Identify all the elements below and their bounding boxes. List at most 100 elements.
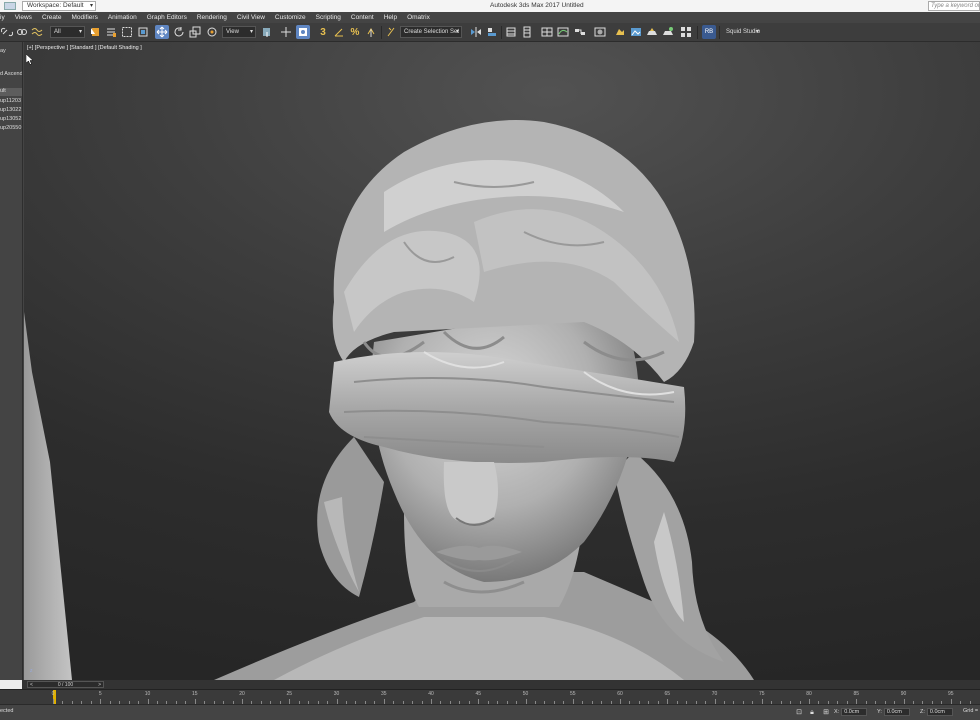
select-object-icon[interactable] (88, 25, 102, 39)
time-slider[interactable]: < 0 / 100 > (27, 681, 104, 688)
rect-select-region-icon[interactable] (120, 25, 134, 39)
render-in-cloud-icon[interactable] (679, 25, 693, 39)
ruler-label: 85 (853, 691, 860, 697)
ruler-label: 80 (806, 691, 812, 697)
use-pivot-icon[interactable] (260, 25, 274, 39)
workspace-dropdown[interactable]: Workspace: Default ▾ (22, 1, 96, 11)
ruler-label: 75 (758, 691, 765, 697)
ruler-label: 20 (239, 691, 245, 697)
schematic-view-icon[interactable] (573, 25, 587, 39)
snap-icon[interactable]: 3 (316, 25, 330, 39)
menu-item-scripting[interactable]: Scripting (311, 12, 346, 23)
track-bar[interactable]: 0 5 10 15 20 25 30 35 40 45 50 55 60 65 70 75 80 85 90 95 (0, 689, 980, 704)
grid-readout: Grid = (963, 708, 979, 714)
align-icon[interactable] (485, 25, 499, 39)
render-setup-icon[interactable] (613, 25, 627, 39)
menu-item-views[interactable]: Views (10, 12, 37, 23)
menu-item-create[interactable]: Create (37, 12, 67, 23)
reference-coord-value: View (226, 29, 239, 35)
selection-filter-dropdown[interactable]: All ▾ (50, 26, 85, 38)
list-item[interactable]: ult (0, 88, 22, 96)
menu-item-graph-editors[interactable]: Graph Editors (142, 12, 192, 23)
select-by-name-icon[interactable] (104, 25, 118, 39)
bind-space-warp-icon[interactable] (30, 25, 44, 39)
window-crossing-icon[interactable] (136, 25, 150, 39)
menu-item-modifiers[interactable]: Modifiers (66, 12, 102, 23)
toolbar-separator (501, 26, 502, 39)
x-label: X: (834, 709, 840, 715)
ribbon-icon[interactable] (540, 25, 554, 39)
menu-item-help[interactable]: Help (379, 12, 402, 23)
toolbar-separator (381, 26, 382, 39)
angle-snap-icon[interactable] (332, 25, 346, 39)
snap-label: 3 (320, 26, 326, 38)
isolate-selection-icon[interactable]: ⊡ (795, 709, 803, 717)
arnold-icon[interactable]: RB (702, 25, 716, 39)
ruler-label: 25 (286, 691, 293, 697)
ruler-label: 40 (428, 691, 434, 697)
ruler-label: 0 (51, 691, 55, 697)
menu-item-animation[interactable]: Animation (103, 12, 142, 23)
ruler-label: 60 (617, 691, 623, 697)
rotate-icon[interactable] (172, 25, 186, 39)
mouse-cursor-icon (26, 54, 34, 65)
status-bar: ected ⊡ 🔒︎ ⊞ X: 0.0cm Y: 0.0cm Z: 0.0cm Gri… (0, 704, 980, 720)
move-icon[interactable] (155, 25, 169, 39)
link-icon[interactable] (0, 25, 14, 39)
mirror-icon[interactable] (469, 25, 483, 39)
ruler-label: 10 (144, 691, 151, 697)
percent-snap-icon[interactable]: % (348, 25, 362, 39)
spinner-snap-icon[interactable] (364, 25, 378, 39)
render-iterative-icon[interactable] (661, 25, 675, 39)
toolbar-separator (719, 26, 720, 39)
menu-item-customize[interactable]: Customize (270, 12, 311, 23)
user-workspace-label: Squid Studio (726, 29, 761, 35)
list-item[interactable]: up20550 (0, 125, 21, 131)
keyboard-shortcut-override-icon[interactable] (296, 25, 310, 39)
user-workspace-menu[interactable]: Squid Studio ▾ (722, 26, 762, 38)
curve-editor-icon[interactable] (556, 25, 570, 39)
next-frame-icon[interactable]: > (98, 682, 101, 688)
ruler-label: 90 (900, 691, 907, 697)
transform-gizmo-icon[interactable] (279, 25, 293, 39)
frame-field[interactable] (0, 680, 22, 689)
chevron-down-icon: ▾ (89, 3, 93, 9)
list-item[interactable]: up11203 (0, 98, 21, 104)
z-coordinate-input[interactable]: 0.0cm (926, 708, 953, 716)
quick-access-icon[interactable] (4, 2, 16, 10)
layer-explorer-icon[interactable] (504, 25, 518, 39)
z-label: Z: (920, 709, 925, 715)
absolute-mode-icon[interactable]: ⊞ (822, 709, 830, 717)
render-icon[interactable] (645, 25, 659, 39)
menu-item-civil-view[interactable]: Civil View (232, 12, 270, 23)
list-item[interactable]: up13022 (0, 107, 21, 113)
ruler-label: 15 (191, 691, 198, 697)
toggle-scene-explorer-icon[interactable] (520, 25, 534, 39)
material-editor-icon[interactable] (593, 25, 607, 39)
panel-label: d Ascend (0, 71, 23, 77)
y-coordinate-input[interactable]: 0.0cm (883, 708, 910, 716)
selection-lock-icon[interactable]: 🔒︎ (808, 709, 816, 717)
select-manipulate-icon[interactable] (205, 25, 219, 39)
perspective-viewport[interactable]: [+] [Perspective ] [Standard ] [Default … (24, 42, 980, 680)
named-selection-dropdown[interactable]: Create Selection Set ▾ (400, 26, 462, 38)
menu-item-edit[interactable]: iy (0, 12, 10, 23)
unlink-icon[interactable] (15, 25, 29, 39)
x-coordinate-input[interactable]: 0.0cm (841, 708, 868, 716)
selection-filter-value: All (54, 29, 61, 35)
reference-coord-dropdown[interactable]: View ▾ (222, 26, 256, 38)
z-coordinate: Z: 0.0cm (920, 708, 953, 717)
render-frame-icon[interactable] (629, 25, 643, 39)
y-label: Y: (877, 709, 882, 715)
menu-item-rendering[interactable]: Rendering (192, 12, 232, 23)
list-item[interactable]: up13052 (0, 116, 21, 122)
ruler-label: 65 (664, 691, 671, 697)
scale-icon[interactable] (188, 25, 202, 39)
search-input[interactable]: Type a keyword or phrase (928, 1, 980, 11)
menu-item-content[interactable]: Content (346, 12, 379, 23)
edit-named-selections-icon[interactable] (384, 25, 398, 39)
menu-item-omatrix[interactable]: Omatrix (402, 12, 435, 23)
statue-bust-render (24, 120, 754, 680)
viewport-label-menu[interactable]: [+] [Perspective ] [Standard ] [Default … (27, 45, 142, 51)
chevron-down-icon: ▾ (755, 29, 759, 35)
